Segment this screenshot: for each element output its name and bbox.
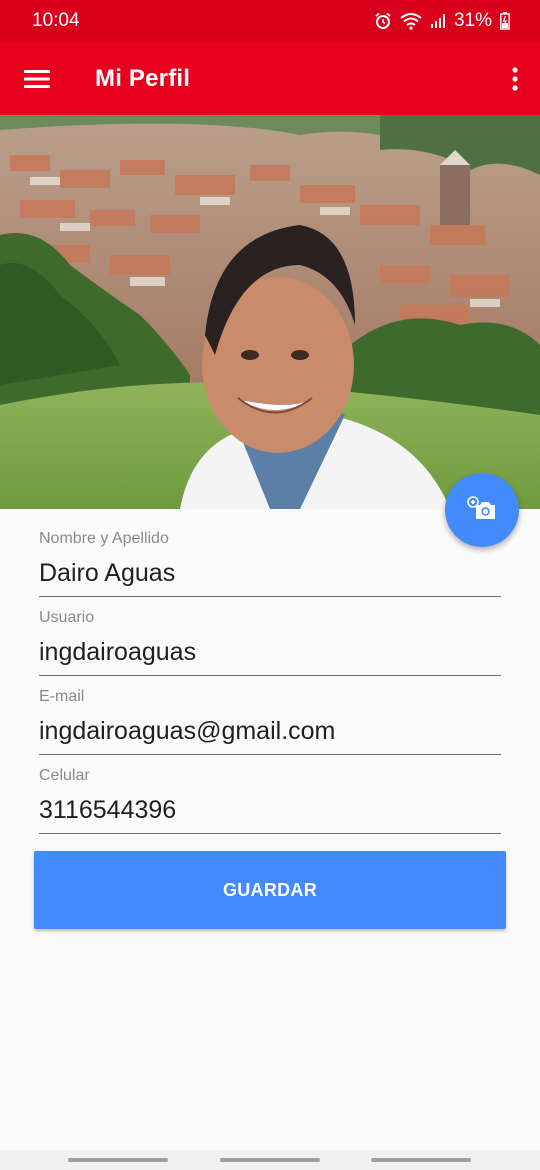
back-button[interactable]	[371, 1158, 471, 1162]
home-button[interactable]	[220, 1158, 320, 1162]
name-field-container: Nombre y Apellido	[39, 509, 501, 597]
more-vert-icon[interactable]	[490, 42, 540, 115]
status-time: 10:04	[32, 10, 80, 31]
status-icons: 31%	[374, 10, 510, 32]
hamburger-menu-icon[interactable]	[0, 42, 74, 115]
change-photo-button[interactable]	[445, 473, 519, 547]
app-bar: Mi Perfil	[0, 42, 540, 115]
name-label: Nombre y Apellido	[39, 530, 169, 547]
phone-field-container: Celular	[39, 746, 501, 834]
save-button[interactable]: GUARDAR	[34, 851, 506, 929]
email-field-container: E-mail	[39, 667, 501, 755]
recent-apps-button[interactable]	[68, 1158, 168, 1162]
phone-field[interactable]	[39, 794, 501, 834]
email-label: E-mail	[39, 688, 85, 705]
phone-label: Celular	[39, 767, 90, 784]
system-nav-bar	[0, 1150, 540, 1170]
signal-icon	[430, 13, 446, 29]
alarm-icon	[374, 12, 392, 30]
wifi-icon	[400, 12, 422, 30]
page-title: Mi Perfil	[95, 64, 191, 92]
battery-icon	[500, 12, 510, 30]
battery-percent: 31%	[453, 10, 492, 31]
profile-form: Nombre y Apellido Usuario E-mail Celular	[39, 509, 501, 834]
username-label: Usuario	[39, 609, 95, 626]
status-bar: 10:04 31%	[0, 0, 540, 42]
add-photo-camera-icon	[467, 495, 497, 525]
username-field-container: Usuario	[39, 588, 501, 676]
profile-photo	[0, 115, 540, 509]
